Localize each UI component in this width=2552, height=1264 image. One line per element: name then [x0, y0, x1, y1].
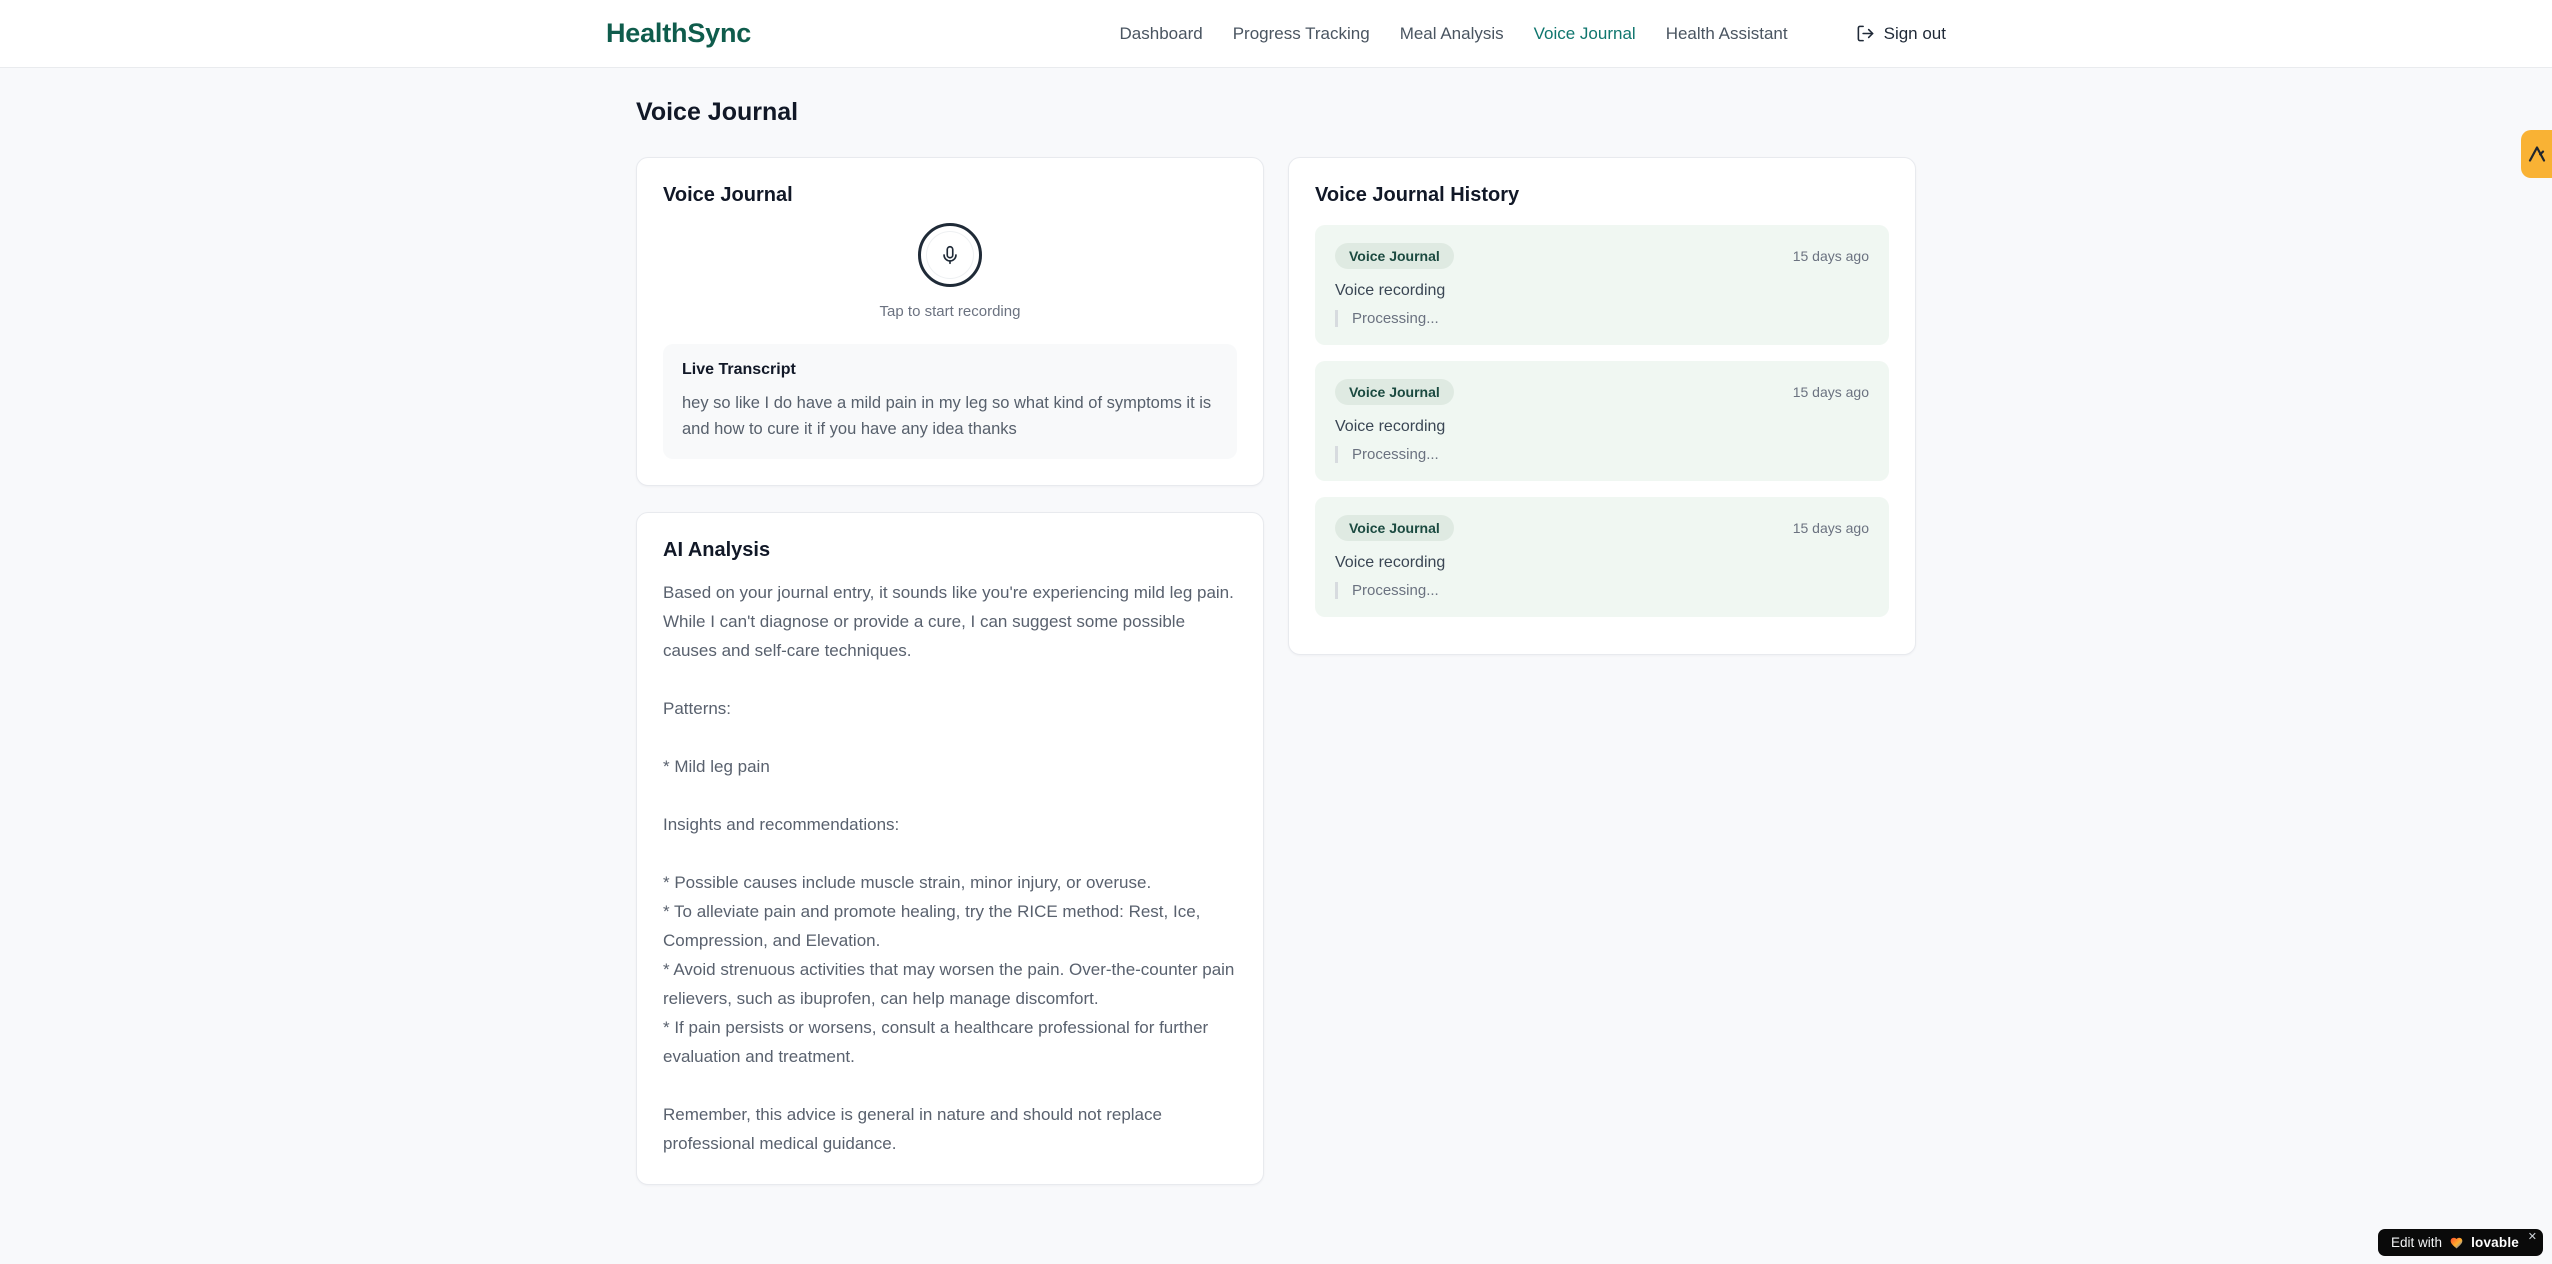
ai-analysis-text: Based on your journal entry, it sounds l…	[663, 583, 1235, 1153]
history-entry[interactable]: Voice Journal 15 days ago Voice recordin…	[1315, 361, 1889, 481]
lambda-logo-icon	[2527, 144, 2547, 164]
entry-label: Voice recording	[1335, 418, 1446, 435]
sign-out-button[interactable]: Sign out	[1856, 24, 1946, 44]
content-grid: Voice Journal Tap to start recording Liv…	[636, 157, 1916, 1185]
ai-analysis-card: AI Analysis Based on your journal entry,…	[636, 512, 1264, 1185]
lovable-prefix-label: Edit with	[2391, 1235, 2443, 1250]
entry-type-badge: Voice Journal	[1335, 243, 1454, 269]
edit-with-lovable-badge[interactable]: Edit with lovable ✕	[2378, 1229, 2543, 1256]
entry-processing-status: Processing...	[1335, 310, 1869, 327]
ai-analysis-title: AI Analysis	[663, 539, 771, 561]
main-content: Voice Journal Voice Journal Tap to start…	[636, 68, 1916, 1185]
left-column: Voice Journal Tap to start recording Liv…	[636, 157, 1264, 1185]
nav-item-dashboard[interactable]: Dashboard	[1120, 24, 1203, 44]
history-entry[interactable]: Voice Journal 15 days ago Voice recordin…	[1315, 225, 1889, 345]
nav-item-health-assistant[interactable]: Health Assistant	[1666, 24, 1788, 44]
entry-type-badge: Voice Journal	[1335, 379, 1454, 405]
voice-recorder-card: Voice Journal Tap to start recording Liv…	[636, 157, 1264, 486]
history-entry-header: Voice Journal 15 days ago	[1335, 243, 1869, 269]
close-icon[interactable]: ✕	[2528, 1231, 2537, 1242]
entry-timestamp: 15 days ago	[1792, 384, 1869, 400]
top-header: HealthSync Dashboard Progress Tracking M…	[0, 0, 2552, 68]
header-container: HealthSync Dashboard Progress Tracking M…	[606, 0, 1946, 67]
lovable-brand-label: lovable	[2471, 1235, 2519, 1250]
record-button[interactable]	[918, 223, 982, 287]
live-transcript-text: hey so like I do have a mild pain in my …	[682, 394, 1212, 438]
feedback-widget-button[interactable]	[2521, 130, 2552, 178]
nav-item-meal-analysis[interactable]: Meal Analysis	[1400, 24, 1504, 44]
entry-label: Voice recording	[1335, 554, 1446, 571]
entry-processing-status: Processing...	[1335, 446, 1869, 463]
sign-out-label: Sign out	[1883, 23, 1946, 43]
history-card-title: Voice Journal History	[1315, 184, 1520, 206]
page-title: Voice Journal	[636, 98, 799, 126]
mic-area: Tap to start recording	[663, 207, 1237, 320]
heart-icon	[2449, 1236, 2464, 1250]
mic-icon	[939, 244, 961, 266]
entry-label: Voice recording	[1335, 282, 1446, 299]
history-entry[interactable]: Voice Journal 15 days ago Voice recordin…	[1315, 497, 1889, 617]
voice-journal-history-card: Voice Journal History Voice Journal 15 d…	[1288, 157, 1916, 655]
history-entry-header: Voice Journal 15 days ago	[1335, 379, 1869, 405]
live-transcript-box: Live Transcript hey so like I do have a …	[663, 344, 1237, 459]
nav-item-progress-tracking[interactable]: Progress Tracking	[1233, 24, 1370, 44]
history-entry-header: Voice Journal 15 days ago	[1335, 515, 1869, 541]
nav-item-voice-journal[interactable]: Voice Journal	[1534, 24, 1636, 44]
entry-timestamp: 15 days ago	[1792, 248, 1869, 264]
entry-timestamp: 15 days ago	[1792, 520, 1869, 536]
entry-type-badge: Voice Journal	[1335, 515, 1454, 541]
entry-processing-status: Processing...	[1335, 582, 1869, 599]
recorder-card-title: Voice Journal	[663, 184, 793, 206]
app-logo[interactable]: HealthSync	[606, 18, 751, 49]
main-nav: Dashboard Progress Tracking Meal Analysi…	[1120, 24, 1946, 44]
record-hint: Tap to start recording	[879, 303, 1021, 320]
sign-out-icon	[1856, 24, 1875, 43]
live-transcript-title: Live Transcript	[682, 361, 796, 378]
history-list: Voice Journal 15 days ago Voice recordin…	[1315, 225, 1889, 617]
